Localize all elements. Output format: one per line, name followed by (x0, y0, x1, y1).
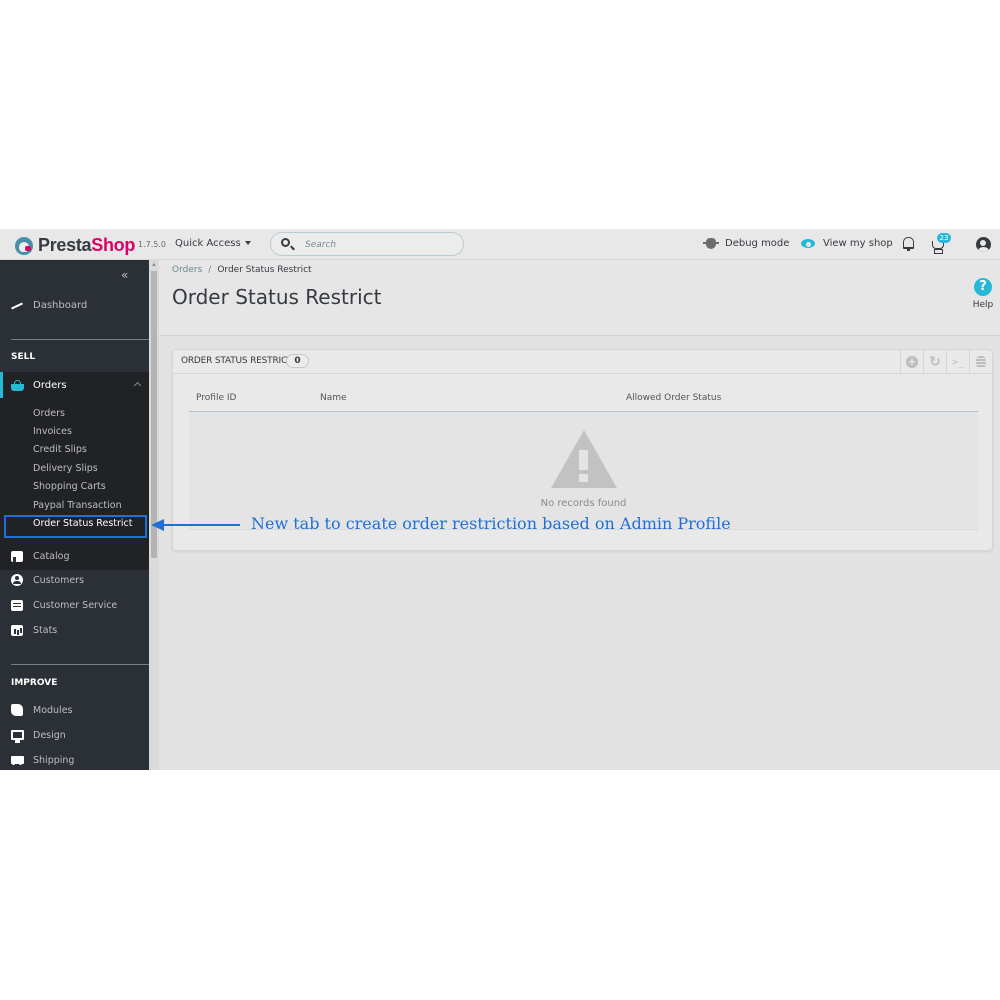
quick-access-label: Quick Access (175, 238, 241, 249)
basket-icon (11, 379, 24, 391)
annotation-text: New tab to create order restriction base… (251, 514, 731, 533)
warning-exclamation-mark (579, 450, 588, 470)
quick-access-dropdown[interactable]: Quick Access (175, 238, 251, 249)
page-header: Orders / Order Status Restrict Order Statu… (159, 260, 1000, 336)
breadcrumb: Orders / Order Status Restrict (172, 265, 312, 275)
sidebar-item-label: Design (33, 729, 66, 741)
annotation-highlight-box (4, 515, 147, 538)
scrollbar-thumb[interactable] (151, 271, 157, 558)
section-title-sell: SELL (11, 352, 36, 362)
submenu-item-shopping-carts[interactable]: Shopping Carts (33, 481, 106, 492)
question-circle-icon: ? (974, 278, 992, 296)
table-header-row: Profile ID Name Allowed Order Status (189, 386, 978, 412)
sidebar-item-label: Shipping (33, 754, 75, 766)
top-header: PrestaShop 1.7.5.0 Quick Access Debug mo… (0, 229, 1000, 260)
store-icon (11, 550, 23, 562)
column-header-name[interactable]: Name (320, 393, 347, 403)
sidebar-item-label: Customers (33, 574, 85, 586)
sidebar-scrollbar[interactable] (149, 260, 159, 770)
sidebar-item-orders[interactable]: Orders (0, 372, 149, 398)
add-new-button[interactable]: + (900, 350, 923, 374)
chevron-up-icon[interactable] (133, 381, 142, 390)
terminal-icon: >_ (951, 356, 965, 368)
monitor-icon (11, 730, 24, 743)
orders-submenu: Orders Invoices Credit Slips Delivery Sl… (0, 398, 149, 570)
puffin-logo-icon (15, 236, 33, 255)
bug-icon (703, 238, 719, 249)
breadcrumb-item-current: Order Status Restrict (217, 265, 312, 275)
section-divider (11, 339, 149, 340)
section-title-improve: IMPROVE (11, 678, 58, 688)
column-header-profile-id[interactable]: Profile ID (196, 393, 236, 403)
sidebar-item-label: Customer Service (33, 599, 118, 611)
panel-toolbar: + ↻ >_ (900, 350, 992, 374)
search-box[interactable] (270, 232, 464, 256)
sidebar-item-label: Dashboard (33, 299, 88, 311)
breadcrumb-item-orders[interactable]: Orders (172, 265, 202, 275)
submenu-item-invoices[interactable]: Invoices (33, 426, 72, 437)
database-icon (976, 356, 986, 368)
stats-icon (11, 624, 23, 636)
sidebar-item-modules[interactable]: Modules (0, 700, 149, 720)
prestashop-logo[interactable]: PrestaShop (15, 235, 135, 256)
sidebar-nav: « Dashboard SELL Orders Orders Invoices … (0, 260, 149, 770)
submenu-item-delivery-slips[interactable]: Delivery Slips (33, 463, 98, 474)
sidebar-item-label: Modules (33, 704, 73, 716)
collapse-menu-icon[interactable]: « (121, 268, 128, 282)
plus-circle-icon: + (906, 355, 918, 368)
version-label: 1.7.5.0 (138, 240, 166, 249)
column-header-allowed-order-status[interactable]: Allowed Order Status (626, 393, 721, 403)
eye-icon (801, 239, 815, 248)
employee-avatar-icon[interactable] (976, 237, 991, 252)
warning-exclamation-dot (579, 474, 588, 482)
view-my-shop-label: View my shop (823, 238, 893, 249)
sidebar-item-label: Stats (33, 624, 58, 636)
customer-icon (11, 574, 23, 586)
empty-state-message: No records found (540, 498, 627, 509)
brand-name: PrestaShop (38, 235, 136, 255)
sidebar-item-catalog[interactable]: Catalog (0, 546, 149, 566)
bell-icon[interactable] (903, 237, 914, 251)
sidebar-item-design[interactable]: Design (0, 725, 149, 745)
panel-title: ORDER STATUS RESTRICT (181, 356, 293, 366)
caret-down-icon (244, 241, 251, 245)
sidebar-item-customer-service[interactable]: Customer Service (0, 595, 149, 615)
truck-icon (11, 756, 24, 765)
sidebar-item-label: Catalog (33, 550, 70, 562)
submenu-item-credit-slips[interactable]: Credit Slips (33, 444, 87, 455)
refresh-list-button[interactable]: ↻ (923, 350, 946, 374)
page-title: Order Status Restrict (172, 285, 382, 309)
puzzle-icon (11, 704, 23, 716)
view-my-shop-link[interactable]: View my shop (801, 238, 893, 249)
refresh-icon: ↻ (929, 354, 941, 370)
notification-count-badge: 23 (937, 233, 951, 243)
sidebar-item-label: Orders (33, 379, 67, 391)
chat-icon (11, 599, 23, 611)
debug-mode-link[interactable]: Debug mode (703, 238, 790, 249)
section-divider (11, 664, 149, 665)
debug-mode-label: Debug mode (725, 238, 790, 249)
empty-state-row: No records found (189, 412, 978, 530)
trending-up-icon (11, 300, 24, 311)
sidebar-item-shipping[interactable]: Shipping (0, 750, 149, 770)
show-sql-query-button[interactable]: >_ (946, 350, 969, 374)
search-input[interactable] (305, 237, 455, 252)
sql-manager-button[interactable] (969, 350, 992, 374)
sidebar-item-stats[interactable]: Stats (0, 620, 149, 640)
submenu-item-orders[interactable]: Orders (33, 408, 65, 419)
scroll-up-arrow-icon[interactable] (152, 263, 156, 266)
prestashop-admin-window: PrestaShop 1.7.5.0 Quick Access Debug mo… (0, 229, 1000, 770)
records-table: Profile ID Name Allowed Order Status No … (189, 386, 978, 530)
annotation-arrow-line (162, 524, 240, 526)
help-button[interactable]: ? Help (968, 278, 998, 310)
help-label: Help (972, 300, 994, 310)
panel-header: ORDER STATUS RESTRICT 0 + ↻ >_ (173, 350, 992, 374)
sidebar-item-customers[interactable]: Customers (0, 570, 149, 590)
record-count-badge: 0 (286, 354, 309, 368)
sidebar-item-dashboard[interactable]: Dashboard (0, 295, 149, 315)
breadcrumb-separator: / (208, 265, 212, 275)
submenu-item-paypal-transaction[interactable]: Paypal Transaction (33, 500, 122, 511)
search-icon[interactable] (281, 238, 290, 247)
